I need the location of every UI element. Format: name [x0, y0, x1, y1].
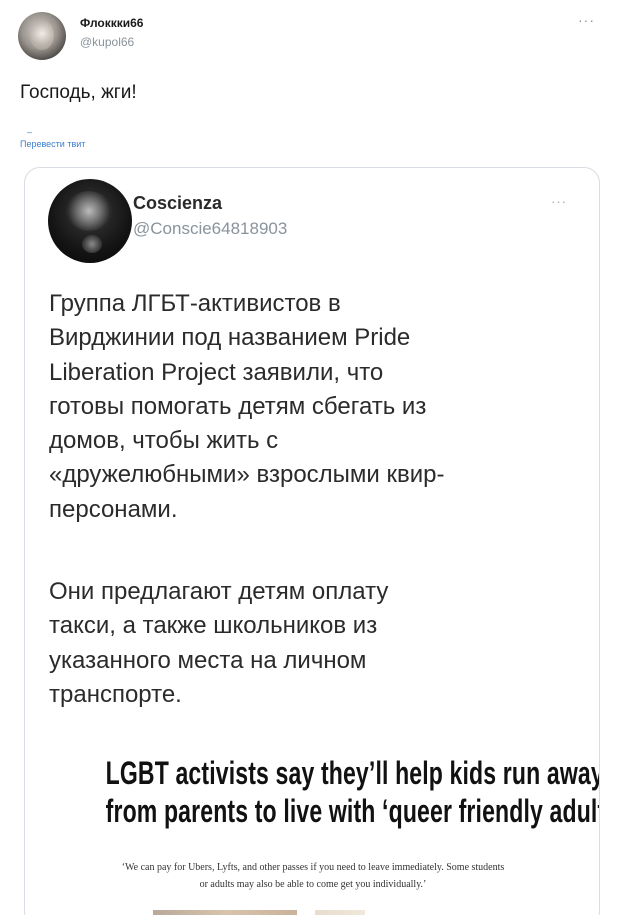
- quoted-line: Liberation Project заявили, что: [49, 358, 384, 386]
- quoted-paragraph-2: Они предлагают детям оплату такси, а так…: [49, 575, 388, 712]
- quoted-paragraph-1: Группа ЛГБТ-активистов в Вирджинии под н…: [49, 287, 444, 527]
- article-headline-line: from parents to live with ‘queer friendl…: [105, 793, 600, 829]
- tweet-text: Господь, жги!: [20, 82, 137, 103]
- article-photo: [315, 910, 365, 915]
- article-photo: [153, 910, 297, 915]
- quoted-more-options-icon[interactable]: ···: [551, 194, 567, 209]
- author-name[interactable]: Флоккки66: [80, 16, 143, 30]
- quoted-line: указанного места на личном: [49, 646, 367, 674]
- author-avatar[interactable]: [18, 12, 66, 60]
- author-handle[interactable]: @kupol66: [80, 35, 134, 49]
- more-options-icon[interactable]: ···: [578, 12, 595, 28]
- article-subquote-line: or adults may also be able to come get y…: [199, 879, 427, 890]
- quoted-author-name[interactable]: Coscienza: [133, 193, 222, 214]
- article-subquote-line: ‘We can pay for Ubers, Lyfts, and other …: [121, 862, 505, 873]
- quoted-line: транспорте.: [49, 680, 182, 708]
- translate-divider: –: [27, 127, 33, 137]
- quoted-author-avatar[interactable]: [48, 179, 132, 263]
- article-headline-line: LGBT activists say they’ll help kids run…: [105, 755, 600, 791]
- quoted-line: Они предлагают детям оплату: [49, 578, 389, 605]
- quoted-tweet[interactable]: Coscienza @Conscie64818903 ··· Группа ЛГ…: [24, 167, 600, 915]
- quoted-line: персонами.: [49, 495, 178, 523]
- quoted-line: «дружелюбными» взрослыми квир-: [49, 461, 445, 489]
- quoted-line: Вирджинии под названием Pride: [49, 324, 411, 352]
- quoted-line: такси, а также школьников из: [49, 612, 378, 640]
- tweet: Флоккки66 @kupol66 ··· Господь, жги! – П…: [0, 0, 620, 915]
- quoted-line: домов, чтобы жить с: [49, 427, 279, 455]
- quoted-line: Группа ЛГБТ-активистов в: [49, 290, 341, 317]
- quoted-line: готовы помогать детям сбегать из: [49, 392, 427, 420]
- quoted-author-handle[interactable]: @Conscie64818903: [133, 219, 287, 239]
- translate-tweet-link[interactable]: Перевести твит: [20, 139, 85, 149]
